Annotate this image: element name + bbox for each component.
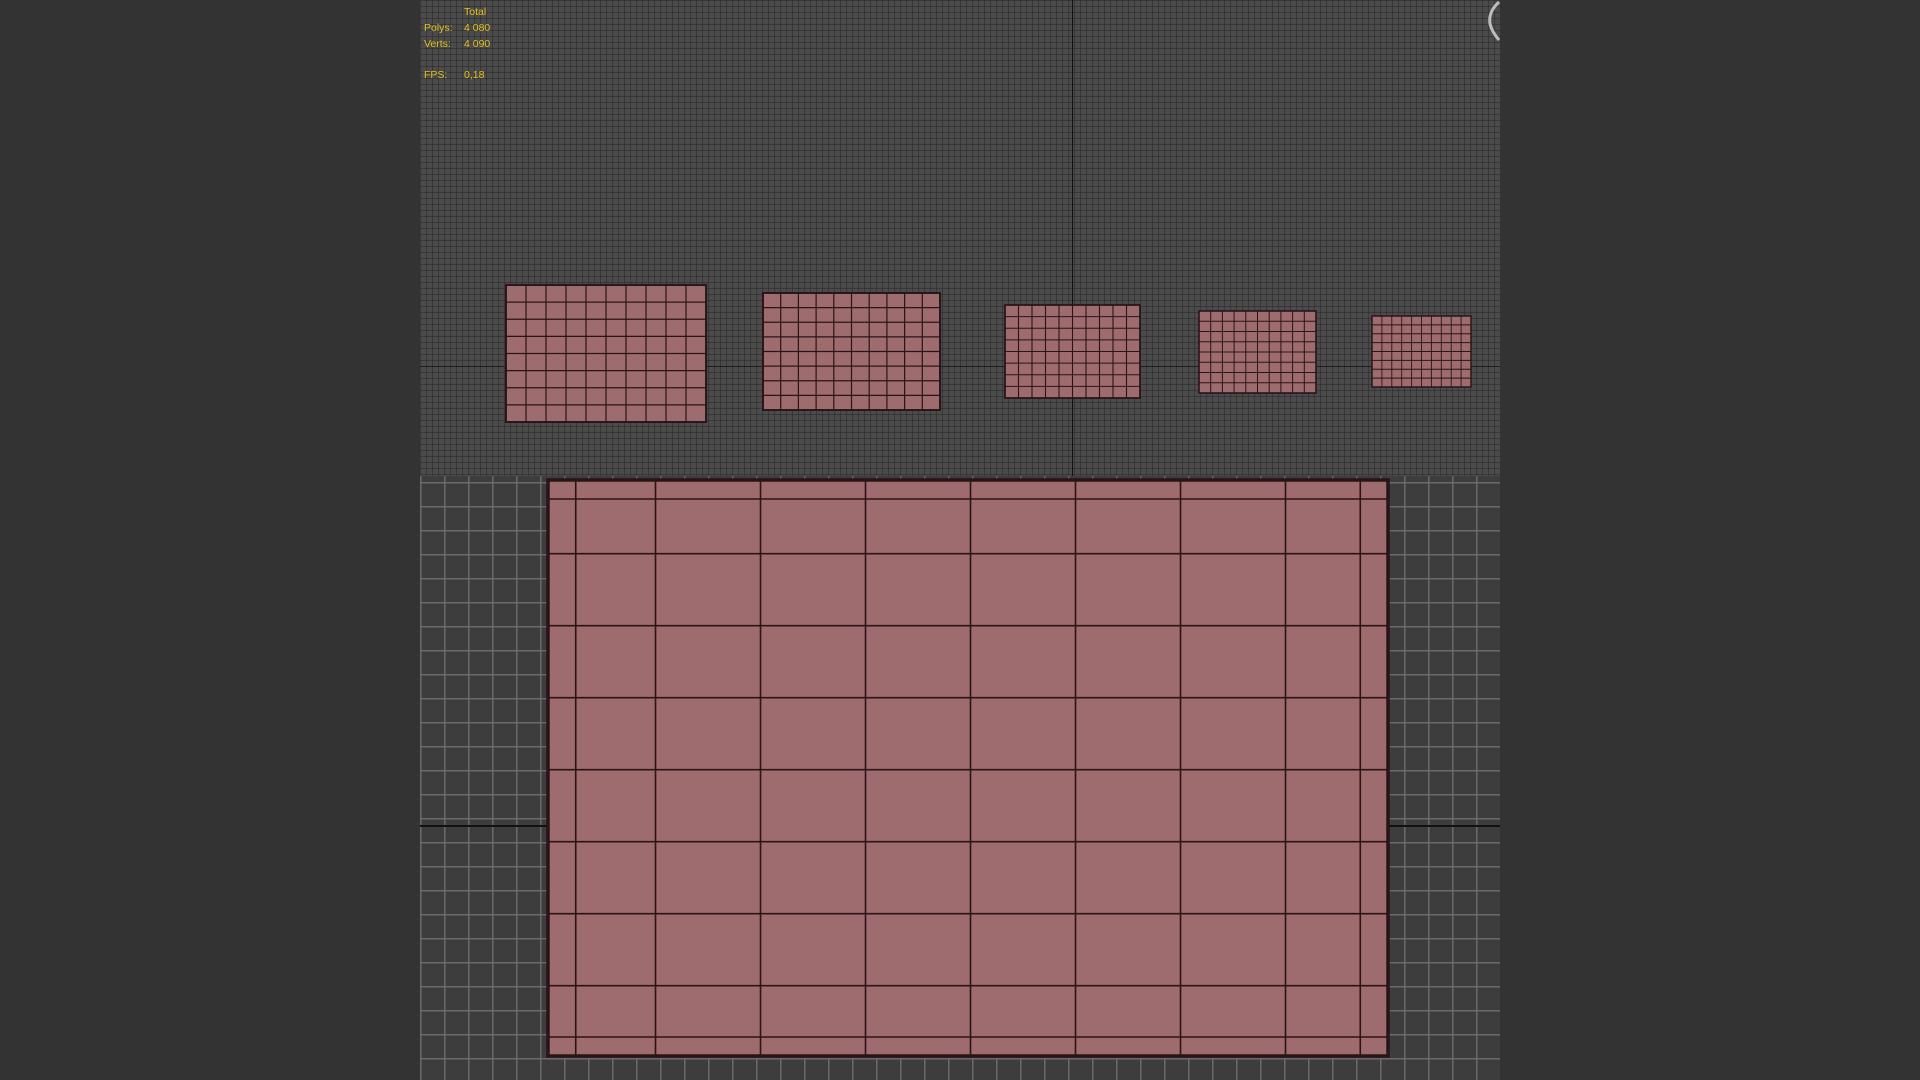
stats-header: Total: [464, 6, 487, 18]
plane-mesh-4[interactable]: [1198, 310, 1317, 394]
fps-value: 0,18: [464, 69, 485, 81]
plane-mesh-2[interactable]: [762, 292, 941, 411]
viewcube-arc-icon[interactable]: [1486, 0, 1500, 44]
screen: Total Polys: 4 080 Verts: 4 090 FPS: 0,1…: [0, 0, 1920, 1080]
verts-label: Verts:: [424, 38, 451, 50]
plane-mesh-large[interactable]: [546, 478, 1390, 1058]
polys-label: Polys:: [424, 22, 453, 34]
plane-mesh-5[interactable]: [1371, 315, 1472, 388]
plane-mesh-large-face[interactable]: [546, 478, 1390, 1058]
polys-value: 4 080: [464, 22, 491, 34]
plane-mesh-3[interactable]: [1004, 304, 1141, 399]
viewport-statistics: Total Polys: 4 080 Verts: 4 090 FPS: 0,1…: [424, 4, 504, 83]
mesh-objects[interactable]: [420, 0, 1500, 1080]
3d-viewport[interactable]: Total Polys: 4 080 Verts: 4 090 FPS: 0,1…: [420, 0, 1500, 1080]
plane-mesh-1[interactable]: [505, 284, 707, 423]
fps-label: FPS:: [424, 69, 448, 81]
verts-value: 4 090: [464, 38, 491, 50]
